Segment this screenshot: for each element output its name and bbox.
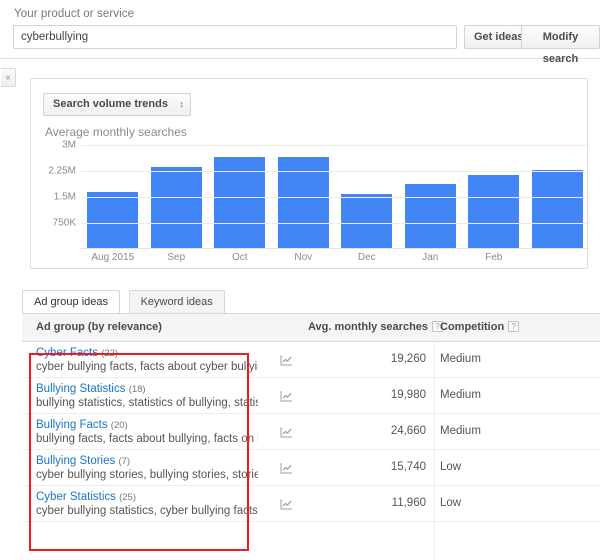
ideas-table: Ad group (by relevance) Avg. monthly sea… <box>22 313 600 560</box>
ad-group-name: Cyber Statistics <box>36 491 116 503</box>
ad-group-keyword-count: (25) <box>119 492 136 503</box>
bar-chart-plot: 750K 1.5M 2.25M 3M <box>45 140 589 249</box>
competition-value: Medium <box>440 389 481 401</box>
bar[interactable] <box>404 184 456 249</box>
ad-group-link[interactable]: Bullying Statistics (18) <box>36 383 146 395</box>
table-header: Ad group (by relevance) Avg. monthly sea… <box>22 314 600 342</box>
x-axis-tick-label: Oct <box>231 252 248 263</box>
avg-monthly-searches-value: 19,260 <box>390 353 426 365</box>
x-axis-tick-label: Feb <box>485 252 503 263</box>
ad-group-name: Bullying Facts <box>36 419 108 431</box>
column-header-ad-group-label: Ad group (by relevance) <box>36 321 162 333</box>
gridline <box>81 145 589 146</box>
table-row[interactable]: Bullying Statistics (18) bullying statist… <box>22 378 600 414</box>
search-label: Your product or service <box>14 8 135 20</box>
competition-value: Low <box>440 497 462 509</box>
competition-value: Medium <box>440 425 481 437</box>
trend-chart-icon[interactable] <box>280 353 293 366</box>
trend-type-label: Search volume trends <box>53 98 168 110</box>
ad-group-keyword-count: (20) <box>110 420 128 431</box>
x-axis-tick-label: Dec <box>357 252 376 263</box>
x-axis: Aug 2015 Sep Oct Nov Dec Jan Feb <box>45 249 589 267</box>
x-axis-tick-label: Nov <box>294 252 313 263</box>
ad-group-keywords: bullying statistics, statistics of bully… <box>36 397 258 409</box>
help-icon-competition[interactable]: ? <box>508 321 520 332</box>
bar[interactable] <box>531 170 583 249</box>
ad-group-link[interactable]: Bullying Facts (20) <box>36 419 128 431</box>
search-input[interactable] <box>13 25 457 49</box>
gridline <box>81 171 589 172</box>
competition-value: Medium <box>440 353 481 365</box>
avg-monthly-searches-value: 19,980 <box>390 389 426 401</box>
avg-monthly-searches-value: 15,740 <box>390 461 426 473</box>
column-header-competition-label: Competition <box>440 321 505 333</box>
trend-type-select[interactable]: Search volume trends ↕ <box>43 93 191 116</box>
ad-group-link[interactable]: Cyber Statistics (25) <box>36 491 136 503</box>
ad-group-keyword-count: (18) <box>128 384 146 395</box>
table-row[interactable]: Bullying Stories (7) cyber bullying stori… <box>22 450 600 486</box>
ad-group-keyword-count: (7) <box>118 456 131 467</box>
ad-group-link[interactable]: Cyber Facts (22) <box>36 347 118 359</box>
table-row[interactable]: Cyber Statistics (25) cyber bullying stat… <box>22 486 600 522</box>
column-header-avg-monthly-searches[interactable]: Avg. monthly searches? <box>308 314 444 342</box>
table-row[interactable]: Bullying Facts (20) bullying facts, facts… <box>22 414 600 450</box>
tab-keyword-ideas[interactable]: Keyword ideas <box>128 290 225 314</box>
column-header-ad-group[interactable]: Ad group (by relevance) <box>36 314 162 342</box>
ad-group-name: Cyber Facts <box>36 347 98 359</box>
search-volume-chart-panel: Search volume trends ↕ Average monthly s… <box>30 78 589 269</box>
ad-group-keywords: cyber bullying statistics, cyber bullyin… <box>36 505 258 517</box>
trend-chart-icon[interactable] <box>280 497 293 510</box>
avg-monthly-searches-value: 24,660 <box>390 425 426 437</box>
y-axis-tick-label: 2.25M <box>48 165 76 177</box>
bar[interactable] <box>150 167 202 249</box>
trend-chart-icon[interactable] <box>280 389 293 402</box>
y-axis-tick-label: 750K <box>52 217 76 229</box>
ad-group-link[interactable]: Bullying Stories (7) <box>36 455 130 467</box>
chevron-updown-icon: ↕ <box>179 99 184 109</box>
y-axis-tick-label: 1.5M <box>53 191 76 203</box>
x-axis-tick-label: Jan <box>422 252 439 263</box>
trend-chart-icon[interactable] <box>280 425 293 438</box>
ad-group-name: Bullying Stories <box>36 455 116 467</box>
ad-group-keyword-count: (22) <box>101 348 119 359</box>
modify-search-button[interactable]: Modify search <box>521 25 600 65</box>
collapse-sidebar-button[interactable]: « <box>1 68 16 87</box>
x-axis-tick-label: Aug 2015 <box>91 252 135 263</box>
gridline <box>81 197 589 198</box>
table-row[interactable]: Cyber Facts (22) cyber bullying facts, fa… <box>22 342 600 378</box>
trend-chart-icon[interactable] <box>280 461 293 474</box>
bar[interactable] <box>87 191 139 249</box>
ad-group-keywords: cyber bullying facts, facts about cyber … <box>36 361 258 373</box>
chart-title: Average monthly searches <box>45 125 187 139</box>
ad-group-name: Bullying Statistics <box>36 383 126 395</box>
y-axis-tick-label: 3M <box>62 139 76 151</box>
keyword-planner-page: Your product or service Get ideas Modify… <box>0 0 600 560</box>
tab-ad-group-ideas[interactable]: Ad group ideas <box>22 290 120 314</box>
competition-value: Low <box>440 461 462 473</box>
bar[interactable] <box>468 175 520 249</box>
x-axis-tick-label: Sep <box>167 252 186 263</box>
gridline <box>81 223 589 224</box>
ad-group-keywords: bullying facts, facts about bullying, fa… <box>36 433 258 445</box>
column-header-avg-monthly-searches-label: Avg. monthly searches <box>308 321 429 333</box>
avg-monthly-searches-value: 11,960 <box>391 497 426 509</box>
search-bar: Your product or service Get ideas Modify… <box>0 0 600 65</box>
ad-group-keywords: cyber bullying stories, bullying stories… <box>36 469 258 481</box>
bar[interactable] <box>341 193 393 249</box>
column-header-competition[interactable]: Competition? <box>440 314 520 342</box>
